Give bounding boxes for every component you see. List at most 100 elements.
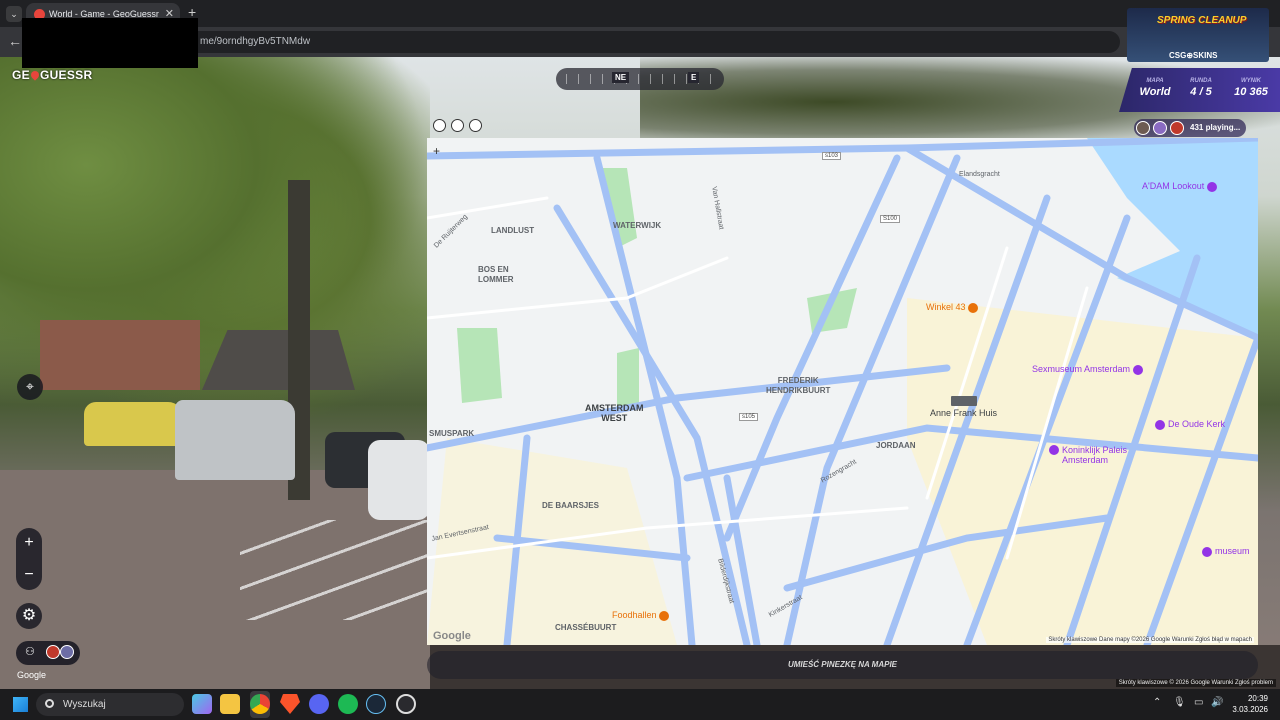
stat-round-value: 4 / 5 xyxy=(1190,86,1212,98)
tray-chevron-icon[interactable]: ⌃ xyxy=(1153,697,1161,708)
avatar xyxy=(60,645,74,659)
poi-anne-frank[interactable]: Anne Frank Huis xyxy=(930,396,997,418)
brave-icon[interactable] xyxy=(280,694,300,714)
parking-lines xyxy=(240,520,430,620)
geoguessr-logo[interactable]: GE GUESSR xyxy=(12,68,92,82)
logo-text-start: GE xyxy=(12,68,30,82)
party-button[interactable]: ⚇ xyxy=(16,641,80,665)
map-zoom-in-button[interactable]: + xyxy=(433,144,440,158)
poi-label: Foodhallen xyxy=(612,610,657,620)
screen: ⌄ World - Game - GeoGuessr ✕ + ← me/9orn… xyxy=(0,0,1280,720)
clock-date: 3.03.2026 xyxy=(1232,705,1268,714)
stat-score: WYNIK 10 365 xyxy=(1227,78,1275,98)
poi-label: Winkel 43 xyxy=(926,302,966,312)
district-label: FREDERIK HENDRIKBUURT xyxy=(766,376,831,395)
sponsor-banner[interactable]: SPRING CLEANUP CSG⊕SKINS xyxy=(1127,8,1269,62)
people-icon: ⚇ xyxy=(25,646,35,658)
chrome-icon[interactable] xyxy=(250,694,270,714)
district-label: LANDLUST xyxy=(491,226,535,235)
logo-text-end: GUESSR xyxy=(39,68,93,82)
street-label: Elandsgracht xyxy=(959,171,1000,178)
url-text: me/9orndhgyBv5TNMdw xyxy=(200,36,311,47)
parked-car-white xyxy=(368,440,430,520)
windows-start-icon[interactable] xyxy=(13,697,28,712)
windows-taskbar: Wyszukaj ⌃ 🎙 ▭ 🔊 20:39 3.03.2026 xyxy=(0,689,1280,720)
poi-label: museum xyxy=(1215,546,1250,556)
map-attribution[interactable]: Skróty klawiszowe Dane mapy ©2026 Google… xyxy=(1046,637,1254,643)
poi-adam-lookout[interactable]: A'DAM Lookout xyxy=(1142,181,1220,192)
display-icon[interactable]: ▭ xyxy=(1194,697,1203,708)
avatar xyxy=(46,645,60,659)
parked-van xyxy=(175,400,295,480)
banner-headline: SPRING CLEANUP xyxy=(1157,15,1247,26)
road-shield: s105 xyxy=(739,413,759,421)
map-shrink-icon[interactable] xyxy=(433,119,446,132)
district-label: BOS EN LOMMER xyxy=(478,265,514,284)
file-explorer-icon[interactable] xyxy=(220,694,240,714)
microphone-icon[interactable]: 🎙 xyxy=(1173,697,1186,708)
app-icon[interactable] xyxy=(396,694,416,714)
district-label: DE BAARSJES xyxy=(542,501,599,510)
museum-icon xyxy=(1202,546,1212,557)
tab-search-button[interactable]: ⌄ xyxy=(6,6,22,22)
road-shield: s103 xyxy=(822,152,842,160)
food-icon xyxy=(659,610,670,621)
church-icon xyxy=(1155,419,1165,430)
poi-label: A'DAM Lookout xyxy=(1142,181,1205,191)
poi-foodhallen[interactable]: Foodhallen xyxy=(612,610,672,621)
poi-label: Anne Frank Huis xyxy=(930,408,998,418)
discord-icon[interactable] xyxy=(309,694,329,714)
steam-icon[interactable] xyxy=(366,694,386,714)
brick-building xyxy=(40,320,200,390)
players-count: 431 playing... xyxy=(1190,123,1241,132)
taskbar-search[interactable]: Wyszukaj xyxy=(36,693,184,716)
zoom-out-button[interactable]: − xyxy=(16,562,42,588)
poi-paleis[interactable]: Koninklijk Paleis Amsterdam xyxy=(1049,445,1127,465)
return-to-start-pin-icon[interactable]: ⌖ xyxy=(17,374,43,400)
avatar xyxy=(1136,121,1150,135)
street-view-zoom: + − xyxy=(16,528,42,590)
spotify-icon[interactable] xyxy=(338,694,358,714)
poi-label: De Oude Kerk xyxy=(1168,419,1226,429)
compass: NE E xyxy=(556,68,724,90)
clock-time: 20:39 xyxy=(1247,694,1268,703)
guess-map[interactable]: + s103 S100 s105 LANDLUST WATERWIJK BOS … xyxy=(427,138,1258,645)
taskbar-clock[interactable]: 20:39 3.03.2026 xyxy=(1232,693,1268,715)
street-view-attribution[interactable]: Skróty klawiszowe © 2026 Google Warunki … xyxy=(1115,679,1276,687)
compass-e-label: E xyxy=(688,72,700,83)
back-arrow-icon[interactable]: ← xyxy=(8,33,22,49)
zoom-in-button[interactable]: + xyxy=(16,530,42,556)
road-shield: S100 xyxy=(880,215,901,223)
map-pin-toggle-icon[interactable] xyxy=(469,119,482,132)
volume-icon[interactable]: 🔊 xyxy=(1211,697,1223,708)
poi-label: Sexmuseum Amsterdam xyxy=(1032,364,1131,374)
settings-gear-icon[interactable]: ⚙ xyxy=(16,603,42,629)
google-street-view-logo: Google xyxy=(17,670,47,680)
stat-map-value: World xyxy=(1139,86,1171,98)
building-icon xyxy=(950,396,977,406)
players-online[interactable]: 431 playing... xyxy=(1134,119,1246,137)
stat-score-value: 10 365 xyxy=(1234,86,1268,98)
copilot-icon[interactable] xyxy=(192,694,212,714)
district-label: JORDAAN xyxy=(876,441,916,450)
place-pin-button[interactable]: UMIEŚĆ PINEZKĘ NA MAPIE xyxy=(427,651,1258,679)
district-label: SMUSPARK xyxy=(429,429,475,438)
poi-label: Koninklijk Paleis Amsterdam xyxy=(1062,445,1128,465)
map-expand-icon[interactable] xyxy=(451,119,464,132)
logo-pin-icon xyxy=(29,69,41,81)
poi-museum[interactable]: museum xyxy=(1202,546,1250,557)
search-icon xyxy=(45,699,54,708)
map-roads xyxy=(427,138,1258,645)
poi-oude-kerk[interactable]: De Oude Kerk xyxy=(1155,419,1225,430)
poi-winkel-43[interactable]: Winkel 43 xyxy=(926,302,981,313)
restaurant-icon xyxy=(968,302,979,313)
museum-icon xyxy=(1132,364,1143,375)
poi-sexmuseum[interactable]: Sexmuseum Amsterdam xyxy=(1032,364,1146,375)
compass-ne-label: NE xyxy=(612,72,630,83)
stat-map: MAPA World xyxy=(1137,78,1173,98)
poi-icon xyxy=(1206,181,1217,192)
avatar xyxy=(1153,121,1167,135)
stat-round: RUNDA 4 / 5 xyxy=(1183,78,1219,98)
google-map-logo: Google xyxy=(433,630,471,642)
stat-round-label: RUNDA xyxy=(1190,78,1212,84)
